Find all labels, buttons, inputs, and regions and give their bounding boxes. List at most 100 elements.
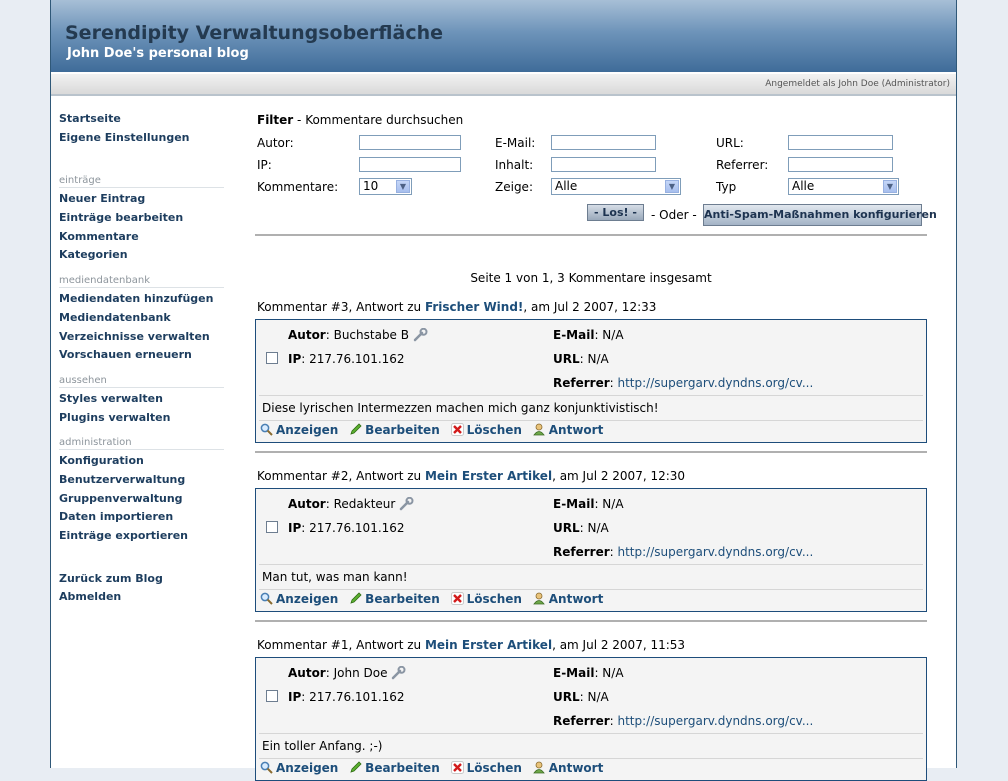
- comment-header-prefix: Kommentar #1, Antwort zu: [257, 638, 425, 652]
- sidebar-item-mediendaten-hinzufuegen[interactable]: Mediendaten hinzufügen: [51, 290, 226, 309]
- comment-author: Autor: Buchstabe B: [288, 328, 428, 342]
- sidebar-item-konfiguration[interactable]: Konfiguration: [51, 452, 226, 471]
- ip-filter-input[interactable]: [359, 157, 461, 172]
- url-filter-input[interactable]: [788, 135, 893, 150]
- magnifier-icon: [260, 592, 273, 605]
- logged-in-user: Angemeldet als John Doe (Administrator): [765, 79, 950, 89]
- show-filter-label: Zeige:: [495, 180, 533, 194]
- chevron-down-icon: ▼: [665, 180, 679, 193]
- delete-label: Löschen: [466, 423, 522, 437]
- anti-spam-config-button[interactable]: Anti-Spam-Maßnahmen konfigurieren: [703, 204, 937, 226]
- sidebar-heading-administration: administration: [59, 427, 224, 451]
- url-label: URL: [553, 690, 580, 704]
- comment-card: Autor: Buchstabe B IP: 217.76.101.162 E-…: [255, 319, 927, 443]
- reply-button[interactable]: Antwort: [532, 592, 604, 606]
- comment-email: E-Mail: N/A: [553, 328, 624, 342]
- reply-button[interactable]: Antwort: [532, 423, 603, 437]
- edit-button[interactable]: Bearbeiten: [349, 423, 440, 437]
- email-value: : N/A: [594, 666, 624, 680]
- ip-value: : 217.76.101.162: [301, 690, 405, 704]
- ip-label: IP: [288, 521, 302, 535]
- author-filter-label: Autor:: [257, 136, 294, 150]
- author-label: Autor: [288, 328, 326, 342]
- delete-button[interactable]: Löschen: [450, 423, 522, 437]
- comment-url: URL: N/A: [553, 352, 609, 366]
- reply-button[interactable]: Antwort: [532, 761, 603, 775]
- sidebar-item-startseite[interactable]: Startseite: [51, 110, 226, 129]
- show-filter-select[interactable]: Alle ▼: [551, 178, 681, 195]
- referrer-link[interactable]: http://supergarv.dyndns.org/cv...: [618, 376, 814, 390]
- comment-entry-link[interactable]: Frischer Wind!: [425, 300, 523, 314]
- comment-card: Autor: John Doe IP: 217.76.101.162 E-Mai…: [255, 657, 927, 781]
- wrench-icon[interactable]: [390, 666, 406, 680]
- comment-entry-link[interactable]: Mein Erster Artikel: [425, 638, 552, 652]
- pagination-info: Seite 1 von 1, 3 Kommentare insgesamt: [470, 271, 712, 285]
- sidebar-heading-mediendatenbank: mediendatenbank: [59, 265, 224, 289]
- content-filter-label: Inhalt:: [495, 158, 534, 172]
- view-button[interactable]: Anzeigen: [260, 761, 338, 775]
- edit-button[interactable]: Bearbeiten: [349, 761, 440, 775]
- type-filter-select[interactable]: Alle ▼: [788, 178, 899, 195]
- sidebar-item-verzeichnisse-verwalten[interactable]: Verzeichnisse verwalten: [51, 328, 226, 347]
- sidebar-item-benutzerverwaltung[interactable]: Benutzerverwaltung: [51, 471, 226, 490]
- view-label: Anzeigen: [276, 761, 339, 775]
- comment-actions: Anzeigen Bearbeiten Löschen Antwort: [260, 592, 610, 606]
- divider: [255, 620, 927, 622]
- divider: [259, 395, 923, 396]
- sidebar-item-styles-verwalten[interactable]: Styles verwalten: [51, 390, 226, 409]
- referrer-filter-input[interactable]: [788, 157, 893, 172]
- sidebar-item-vorschauen-erneuern[interactable]: Vorschauen erneuern: [51, 346, 226, 365]
- author-label: Autor: [288, 497, 326, 511]
- sidebar-item-eigene-einstellungen[interactable]: Eigene Einstellungen: [51, 129, 226, 148]
- delete-label: Löschen: [466, 761, 522, 775]
- view-button[interactable]: Anzeigen: [260, 423, 338, 437]
- header-banner: Serendipity Verwaltungsoberfläche John D…: [51, 0, 956, 72]
- comment-referrer: Referrer: http://supergarv.dyndns.org/cv…: [553, 714, 814, 728]
- comments-count-value: 10: [363, 179, 379, 193]
- sidebar-item-abmelden[interactable]: Abmelden: [51, 588, 226, 607]
- comment-entry-link[interactable]: Mein Erster Artikel: [425, 469, 552, 483]
- comments-count-select[interactable]: 10 ▼: [359, 178, 412, 195]
- sidebar-item-plugins-verwalten[interactable]: Plugins verwalten: [51, 409, 226, 428]
- email-filter-input[interactable]: [551, 135, 656, 150]
- comment-select-checkbox[interactable]: [266, 690, 278, 702]
- comment-select-checkbox[interactable]: [266, 521, 278, 533]
- pencil-icon: [350, 592, 362, 604]
- wrench-icon[interactable]: [398, 497, 414, 511]
- divider: [259, 589, 923, 590]
- edit-label: Bearbeiten: [365, 423, 440, 437]
- divider: [255, 451, 927, 453]
- filter-go-button[interactable]: - Los! -: [587, 204, 644, 221]
- delete-button[interactable]: Löschen: [450, 761, 522, 775]
- sidebar-item-kategorien[interactable]: Kategorien: [51, 246, 226, 265]
- referrer-link[interactable]: http://supergarv.dyndns.org/cv...: [618, 714, 814, 728]
- blog-subtitle: John Doe's personal blog: [67, 46, 249, 61]
- reply-label: Antwort: [548, 592, 604, 606]
- sidebar: Startseite Eigene Einstellungen einträge…: [51, 110, 226, 607]
- edit-button[interactable]: Bearbeiten: [349, 592, 440, 606]
- comment-body: Man tut, was man kann!: [262, 570, 408, 584]
- url-label: URL: [553, 521, 580, 535]
- comment-actions: Anzeigen Bearbeiten Löschen Antwort: [260, 423, 610, 437]
- url-value: : N/A: [579, 690, 609, 704]
- email-label: E-Mail: [553, 666, 595, 680]
- author-filter-input[interactable]: [359, 135, 461, 150]
- sidebar-item-mediendatenbank[interactable]: Mediendatenbank: [51, 309, 226, 328]
- referrer-label: Referrer: [553, 376, 610, 390]
- sidebar-item-kommentare[interactable]: Kommentare: [51, 228, 226, 247]
- sidebar-item-zurueck-zum-blog[interactable]: Zurück zum Blog: [51, 570, 226, 589]
- comment-referrer: Referrer: http://supergarv.dyndns.org/cv…: [553, 545, 814, 559]
- content-filter-input[interactable]: [551, 157, 656, 172]
- delete-button[interactable]: Löschen: [450, 592, 522, 606]
- comment-header: Kommentar #1, Antwort zu Mein Erster Art…: [257, 638, 685, 652]
- comment-select-checkbox[interactable]: [266, 352, 278, 364]
- sidebar-item-eintraege-bearbeiten[interactable]: Einträge bearbeiten: [51, 209, 226, 228]
- sidebar-item-eintraege-exportieren[interactable]: Einträge exportieren: [51, 527, 226, 546]
- sidebar-item-neuer-eintrag[interactable]: Neuer Eintrag: [51, 190, 226, 209]
- view-button[interactable]: Anzeigen: [260, 592, 338, 606]
- referrer-link[interactable]: http://supergarv.dyndns.org/cv...: [618, 545, 814, 559]
- comment-referrer: Referrer: http://supergarv.dyndns.org/cv…: [553, 376, 814, 390]
- sidebar-item-gruppenverwaltung[interactable]: Gruppenverwaltung: [51, 490, 226, 509]
- wrench-icon[interactable]: [412, 328, 428, 342]
- sidebar-item-daten-importieren[interactable]: Daten importieren: [51, 508, 226, 527]
